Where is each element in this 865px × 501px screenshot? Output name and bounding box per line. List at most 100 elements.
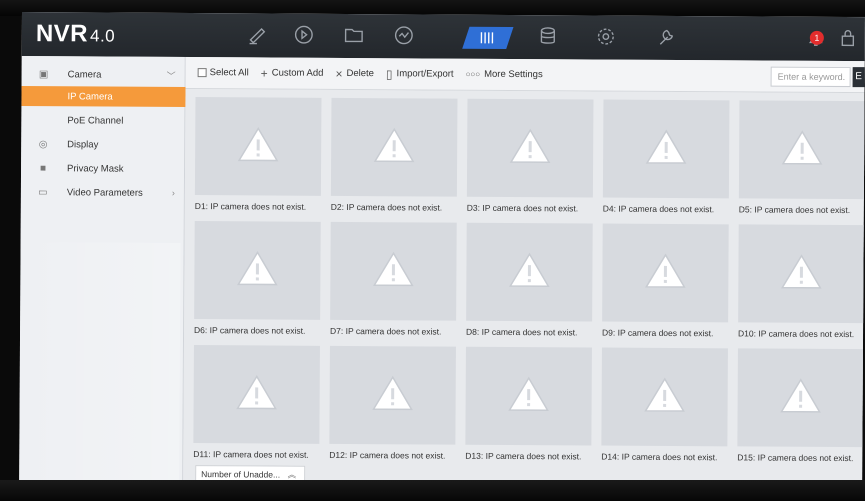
camera-status-label: D9: IP camera does not exist. bbox=[602, 327, 714, 339]
monitor-bezel-bottom bbox=[0, 480, 865, 501]
unadded-devices-label: Number of Unadde... bbox=[201, 469, 281, 480]
search-button[interactable]: E bbox=[852, 67, 865, 88]
toolbar: Select All + Custom Add × Delete ▯ Impor… bbox=[185, 57, 865, 94]
maintenance-icon[interactable] bbox=[652, 24, 680, 50]
camera-status-label: D12: IP camera does not exist. bbox=[329, 449, 446, 461]
document-icon: ▯ bbox=[385, 66, 393, 81]
warning-icon bbox=[644, 127, 688, 170]
select-all-label: Select All bbox=[209, 67, 249, 79]
camera-thumbnail[interactable] bbox=[193, 345, 320, 444]
more-settings-button[interactable]: ○○○ More Settings bbox=[466, 69, 543, 80]
camera-thumbnail[interactable] bbox=[737, 348, 864, 448]
sidebar-item-ip-camera[interactable]: IP Camera bbox=[21, 85, 186, 108]
camera-tile[interactable]: D7: IP camera does not exist. bbox=[330, 221, 457, 345]
camera-thumbnail[interactable] bbox=[466, 98, 594, 198]
eye-icon: ◎ bbox=[38, 138, 48, 150]
camera-tile[interactable]: D13: IP camera does not exist. bbox=[465, 346, 592, 470]
camera-status-label: D1: IP camera does not exist. bbox=[194, 201, 307, 212]
custom-add-button[interactable]: + Custom Add bbox=[261, 66, 324, 80]
camera-tile[interactable]: D2: IP camera does not exist. bbox=[330, 97, 458, 221]
camera-status-label: D10: IP camera does not exist. bbox=[738, 328, 855, 340]
camera-tile[interactable]: D6: IP camera does not exist. bbox=[194, 221, 321, 344]
camera-status-label: D2: IP camera does not exist. bbox=[330, 201, 443, 213]
sidebar-item-label: Display bbox=[67, 138, 99, 150]
camera-thumbnail[interactable] bbox=[329, 345, 456, 445]
nvr-screen: NVR 4.0 1 ▣ Camera ﹀ IP Camera PoE Chann… bbox=[19, 12, 865, 488]
sidebar-item-camera[interactable]: ▣ Camera ﹀ bbox=[22, 64, 186, 85]
camera-tile[interactable]: D14: IP camera does not exist. bbox=[601, 347, 728, 471]
camera-thumbnail[interactable] bbox=[602, 223, 729, 323]
camera-tile[interactable]: D3: IP camera does not exist. bbox=[466, 98, 594, 222]
app-logo: NVR 4.0 bbox=[36, 20, 115, 48]
sidebar-item-video-parameters[interactable]: ▭ Video Parameters › bbox=[21, 182, 185, 203]
camera-status-label: D11: IP camera does not exist. bbox=[193, 449, 309, 460]
camera-grid: D1: IP camera does not exist. D2: IP came… bbox=[183, 89, 865, 488]
warning-icon bbox=[508, 126, 552, 169]
plus-icon: + bbox=[260, 65, 268, 81]
more-dots-icon: ○○○ bbox=[465, 69, 481, 79]
sidebar-item-poe-channel[interactable]: PoE Channel bbox=[21, 110, 185, 131]
camera-thumbnail[interactable] bbox=[466, 222, 593, 322]
import-export-button[interactable]: ▯ Import/Export bbox=[386, 67, 454, 81]
sidebar-item-privacy-mask[interactable]: ■ Privacy Mask bbox=[21, 158, 185, 179]
camera-tile[interactable]: D8: IP camera does not exist. bbox=[466, 222, 593, 346]
camera-tile[interactable]: D12: IP camera does not exist. bbox=[329, 345, 456, 469]
camera-tile[interactable]: D1: IP camera does not exist. bbox=[195, 97, 322, 220]
camera-status-label: D6: IP camera does not exist. bbox=[194, 325, 306, 336]
warning-icon bbox=[372, 126, 416, 169]
camera-thumbnail[interactable] bbox=[738, 224, 865, 324]
camera-status-label: D15: IP camera does not exist. bbox=[737, 452, 854, 464]
camera-thumbnail[interactable] bbox=[601, 347, 728, 447]
warning-icon bbox=[643, 375, 687, 418]
select-all-checkbox[interactable]: Select All bbox=[197, 67, 249, 79]
warning-icon bbox=[236, 125, 280, 168]
logo-text: NVR bbox=[35, 20, 89, 48]
playback-icon[interactable] bbox=[290, 22, 318, 48]
sidebar-item-label: IP Camera bbox=[67, 90, 113, 103]
warning-icon bbox=[779, 252, 823, 295]
camera-tile[interactable]: D4: IP camera does not exist. bbox=[602, 99, 730, 223]
camera-thumbnail[interactable] bbox=[330, 97, 458, 197]
sidebar-item-label: Camera bbox=[67, 68, 102, 80]
camera-thumbnail[interactable] bbox=[194, 97, 322, 196]
camera-status-label: D13: IP camera does not exist. bbox=[465, 450, 582, 462]
warning-icon bbox=[235, 373, 279, 416]
warning-icon bbox=[507, 250, 551, 293]
camera-status-label: D5: IP camera does not exist. bbox=[738, 204, 851, 216]
sidebar-item-label: Privacy Mask bbox=[67, 162, 124, 175]
camera-thumbnail[interactable] bbox=[738, 100, 865, 200]
camera-icon: ▣ bbox=[38, 68, 49, 80]
warning-icon bbox=[235, 249, 279, 292]
camera-thumbnail[interactable] bbox=[194, 221, 321, 320]
checkbox-icon bbox=[197, 68, 207, 78]
delete-button[interactable]: × Delete bbox=[335, 66, 374, 80]
camera-status-label: D7: IP camera does not exist. bbox=[330, 325, 442, 337]
warning-icon bbox=[780, 128, 824, 171]
storage-icon[interactable] bbox=[534, 23, 562, 49]
camera-config-icon[interactable] bbox=[462, 26, 514, 49]
camera-status-label: D14: IP camera does not exist. bbox=[601, 451, 718, 463]
warning-icon bbox=[371, 374, 415, 417]
search-icon[interactable] bbox=[390, 22, 418, 48]
camera-thumbnail[interactable] bbox=[330, 221, 457, 321]
folder-icon[interactable] bbox=[340, 22, 368, 48]
sidebar-item-label: PoE Channel bbox=[67, 114, 124, 127]
warning-icon bbox=[643, 251, 687, 294]
camera-thumbnail[interactable] bbox=[465, 346, 592, 446]
camera-thumbnail[interactable] bbox=[602, 99, 730, 199]
camera-tile[interactable]: D5: IP camera does not exist. bbox=[739, 100, 865, 223]
delete-label: Delete bbox=[346, 67, 374, 80]
sidebar-item-display[interactable]: ◎ Display bbox=[21, 134, 185, 155]
camera-tile[interactable]: D9: IP camera does not exist. bbox=[602, 223, 729, 347]
camera-tile[interactable]: D10: IP camera does not exist. bbox=[738, 224, 865, 347]
more-settings-label: More Settings bbox=[484, 68, 543, 81]
warning-icon bbox=[507, 374, 551, 417]
search-input[interactable]: Enter a keyword. bbox=[770, 66, 851, 88]
edit-icon[interactable] bbox=[244, 21, 272, 47]
camera-tile[interactable]: D11: IP camera does not exist. bbox=[193, 345, 320, 468]
camera-tile[interactable]: D15: IP camera does not exist. bbox=[737, 348, 864, 471]
alarm-badge: 1 bbox=[809, 30, 824, 45]
video-params-icon: ▭ bbox=[38, 186, 48, 198]
lock-icon[interactable] bbox=[834, 25, 862, 51]
settings-icon[interactable] bbox=[592, 23, 620, 49]
